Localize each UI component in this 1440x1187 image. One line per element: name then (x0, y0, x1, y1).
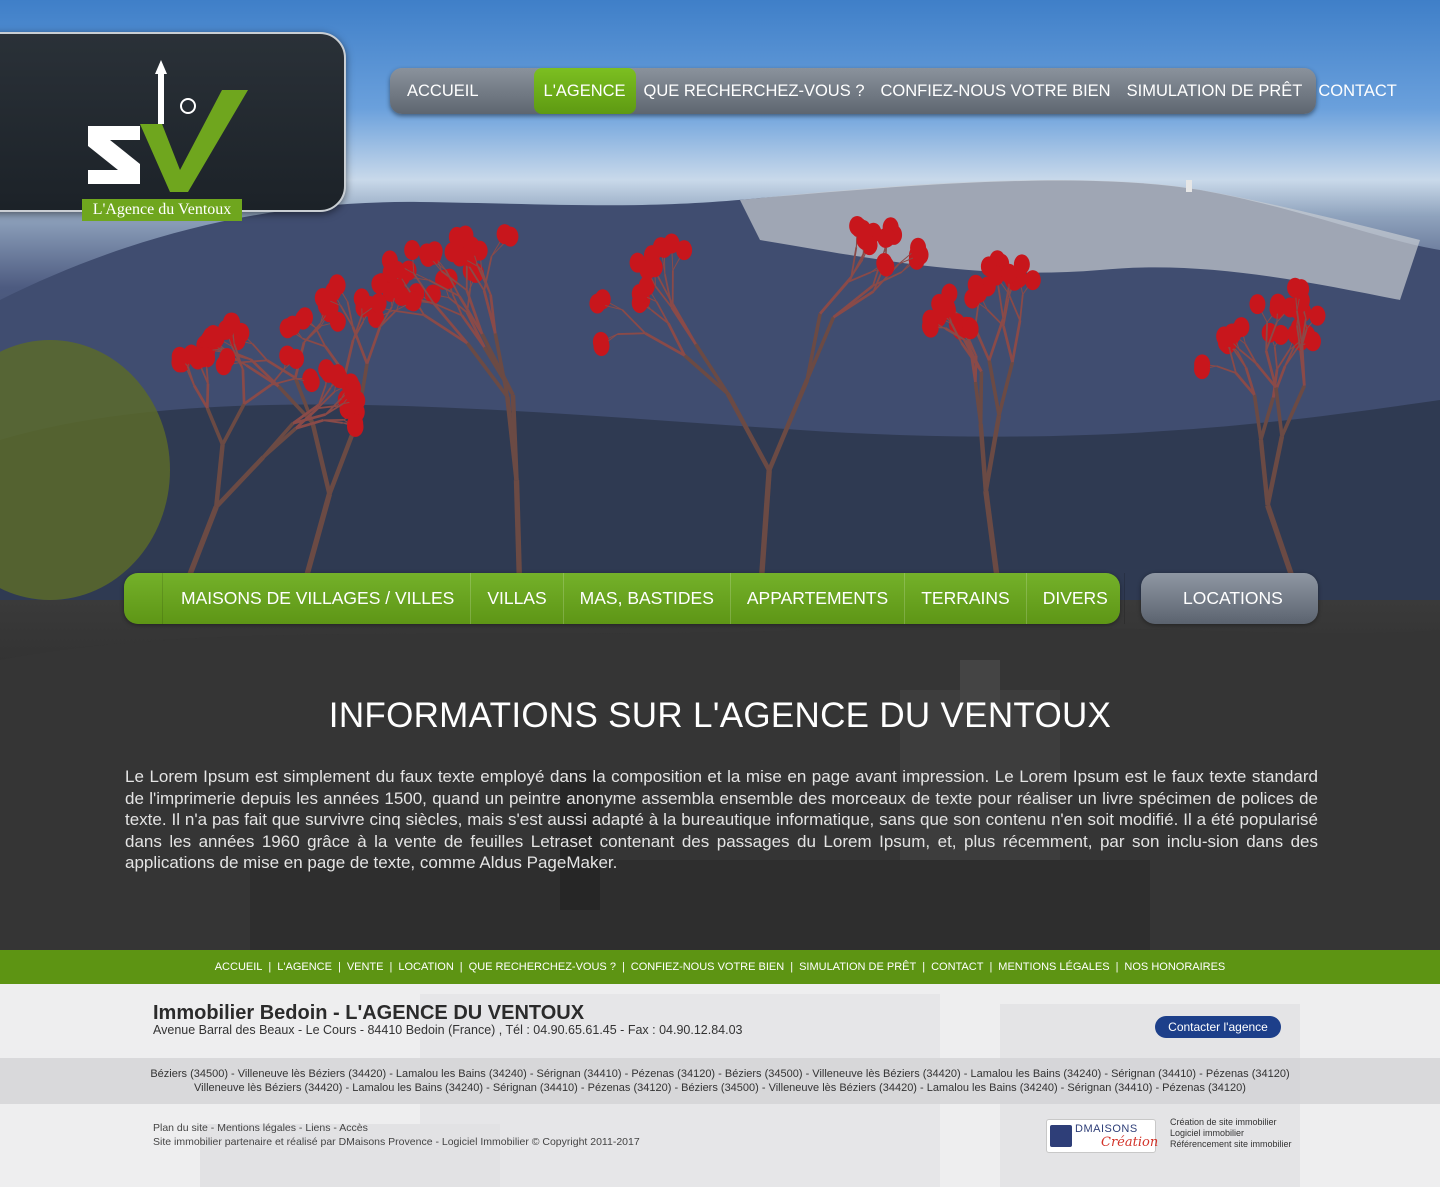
footer-agency-title: Immobilier Bedoin - L'AGENCE DU VENTOUX (153, 1002, 585, 1024)
footer-separator: | (989, 961, 993, 973)
nav-confiez-nous[interactable]: CONFIEZ-NOUS VOTRE BIEN (873, 68, 1119, 114)
link-plan-du-site[interactable]: Plan du site (153, 1122, 208, 1134)
footer-link-contact[interactable]: CONTACT (931, 961, 983, 973)
agency-description: Le Lorem Ipsum est simplement du faux te… (125, 767, 1318, 872)
dmaisons-logo[interactable]: DMAISONS Création (1046, 1119, 1159, 1153)
footer-link-agence[interactable]: L'AGENCE (277, 961, 332, 973)
nav-simulation-pret[interactable]: SIMULATION DE PRÊT (1119, 68, 1311, 114)
dmaisons-logo-name: DMAISONS (1075, 1123, 1138, 1135)
property-category-bar: MAISONS DE VILLAGES / VILLES VILLAS MAS,… (124, 573, 1125, 624)
footer-link-vente[interactable]: VENTE (347, 961, 384, 973)
logo-panel[interactable]: L'Agence du Ventoux (0, 32, 346, 221)
link-mentions-legales[interactable]: Mentions légales (217, 1122, 296, 1134)
category-villas[interactable]: VILLAS (470, 573, 562, 624)
hero-banner: L'Agence du Ventoux ACCUEIL L'AGENCE QUE… (0, 0, 1440, 600)
nav-contact[interactable]: CONTACT (1310, 68, 1405, 114)
dmaisons-services: Création de site immobilier Logiciel imm… (1170, 1117, 1292, 1150)
footer-legal-links: Plan du site - Mentions légales - Liens … (153, 1122, 640, 1148)
dmaisons-service[interactable]: Création de site immobilier (1170, 1117, 1292, 1128)
footer-navigation: ACCUEIL | L'AGENCE | VENTE | LOCATION | QUE … (0, 950, 1440, 984)
footer-cities: Béziers (34500) - Villeneuve lès Béziers… (0, 1058, 1440, 1104)
main-navigation: ACCUEIL L'AGENCE QUE RECHERCHEZ-VOUS ? C… (390, 68, 1397, 114)
footer-separator: | (268, 961, 272, 973)
logo-icon (88, 60, 248, 192)
logo-caption: L'Agence du Ventoux (82, 199, 242, 221)
cities-line-1: Béziers (34500) - Villeneuve lès Béziers… (150, 1068, 1290, 1080)
footer-separator: | (790, 961, 794, 973)
site-footer: Immobilier Bedoin - L'AGENCE DU VENTOUX … (0, 984, 1440, 1187)
contact-agency-button[interactable]: Contacter l'agence (1155, 1016, 1281, 1038)
link-liens[interactable]: Liens (305, 1122, 330, 1134)
nav-que-recherchez-vous[interactable]: QUE RECHERCHEZ-VOUS ? (636, 68, 873, 114)
nav-agence[interactable]: L'AGENCE (533, 68, 636, 114)
footer-link-accueil[interactable]: ACCUEIL (215, 961, 263, 973)
footer-link-honoraires[interactable]: NOS HONORAIRES (1124, 961, 1225, 973)
dmaisons-service[interactable]: Logiciel immobilier (1170, 1128, 1292, 1139)
footer-separator: | (337, 961, 341, 973)
footer-separator: | (621, 961, 625, 973)
footer-link-que-recherchez[interactable]: QUE RECHERCHEZ-VOUS ? (469, 961, 616, 973)
footer-separator: | (922, 961, 926, 973)
link-acces[interactable]: Accès (339, 1122, 368, 1134)
locations-button[interactable]: LOCATIONS (1141, 573, 1318, 624)
category-mas-bastides[interactable]: MAS, BASTIDES (562, 573, 730, 624)
dmaisons-logo-script: Création (1101, 1135, 1159, 1150)
dmaisons-service[interactable]: Référencement site immobilier (1170, 1139, 1292, 1150)
copyright-text: Site immobilier partenaire et réalisé pa… (153, 1136, 640, 1148)
footer-separator: | (1115, 961, 1119, 973)
category-divers[interactable]: DIVERS (1025, 573, 1125, 624)
footer-separator: | (459, 961, 463, 973)
category-terrains[interactable]: TERRAINS (904, 573, 1025, 624)
footer-link-confiez-nous[interactable]: CONFIEZ-NOUS VOTRE BIEN (631, 961, 784, 973)
footer-link-simulation[interactable]: SIMULATION DE PRÊT (799, 961, 916, 973)
page-title: INFORMATIONS SUR L'AGENCE DU VENTOUX (328, 696, 1112, 735)
footer-separator: | (389, 961, 393, 973)
category-maisons-villages[interactable]: MAISONS DE VILLAGES / VILLES (162, 573, 470, 624)
category-appartements[interactable]: APPARTEMENTS (729, 573, 904, 624)
footer-address: Avenue Barral des Beaux - Le Cours - 844… (153, 1023, 743, 1037)
cities-line-2: Villeneuve lès Béziers (34420) - Lamalou… (194, 1082, 1246, 1094)
footer-link-mentions[interactable]: MENTIONS LÉGALES (998, 961, 1109, 973)
footer-link-location[interactable]: LOCATION (398, 961, 453, 973)
nav-accueil[interactable]: ACCUEIL (398, 68, 534, 114)
dmaisons-icon (1050, 1125, 1072, 1147)
agency-info-section: INFORMATIONS SUR L'AGENCE DU VENTOUX Le … (0, 600, 1440, 950)
